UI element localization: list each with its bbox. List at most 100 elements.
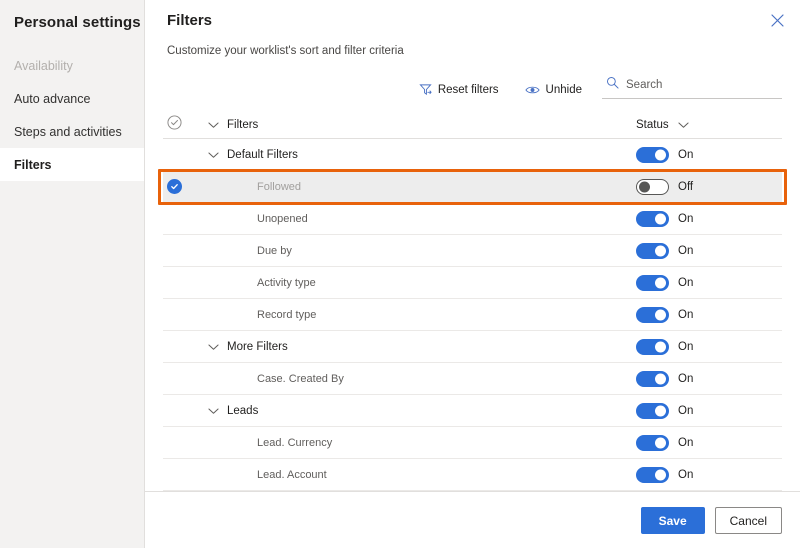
status-toggle[interactable]	[636, 402, 669, 419]
header-filters-cell[interactable]: Filters	[227, 119, 632, 131]
cancel-button[interactable]: Cancel	[714, 507, 782, 534]
status-label: On	[678, 436, 694, 449]
row-status-cell: On	[632, 306, 782, 323]
group-collapse-toggle[interactable]	[199, 402, 227, 420]
status-label: Off	[678, 180, 694, 193]
checkmark-circle-icon	[167, 179, 182, 194]
table-row[interactable]: Default Filters On	[163, 139, 782, 171]
filter-row-label: Default Filters	[227, 148, 298, 161]
status-label: On	[678, 276, 694, 289]
toggle-knob	[655, 373, 666, 384]
panel-header: Filters Customize your worklist's sort a…	[145, 0, 800, 57]
unhide-label: Unhide	[545, 84, 582, 96]
status-toggle[interactable]	[636, 306, 669, 323]
filter-row-label: Lead. Currency	[257, 436, 333, 449]
table-row[interactable]: Due by On	[163, 235, 782, 267]
sidebar-item-availability: Availability	[0, 49, 144, 82]
table-row[interactable]: Lead. Currency On	[163, 427, 782, 459]
filter-row-label: Due by	[257, 244, 292, 257]
column-header-filters: Filters	[227, 118, 259, 131]
row-name-cell: Unopened	[227, 213, 632, 225]
status-toggle[interactable]	[636, 242, 669, 259]
filter-row-label: More Filters	[227, 340, 288, 353]
sidebar-item-filters[interactable]: Filters	[0, 148, 144, 181]
filter-row-label: Followed	[257, 180, 302, 193]
sidebar-item-label: Availability	[14, 58, 73, 73]
filter-row-label: Lead. Account	[257, 468, 327, 481]
sidebar-item-label: Steps and activities	[14, 124, 122, 139]
status-toggle[interactable]	[636, 178, 669, 195]
row-name-cell: Case. Created By	[227, 373, 632, 385]
filter-row-label: Activity type	[257, 276, 316, 289]
row-status-cell: On	[632, 402, 782, 419]
eye-icon	[524, 84, 540, 96]
status-toggle[interactable]	[636, 370, 669, 387]
status-toggle[interactable]	[636, 274, 669, 291]
table-row[interactable]: More Filters On	[163, 331, 782, 363]
group-collapse-toggle[interactable]	[199, 146, 227, 164]
chevron-down-icon	[678, 116, 689, 134]
sidebar-nav-list: Availability Auto advance Steps and activi…	[0, 49, 144, 181]
toggle-knob	[655, 277, 666, 288]
filters-table-wrap: Filters Status Default Filters On Followed…	[145, 111, 800, 491]
row-status-cell: On	[632, 338, 782, 355]
panel-subtitle: Customize your worklist's sort and filte…	[167, 45, 404, 57]
toggle-knob	[655, 341, 666, 352]
row-status-cell: On	[632, 242, 782, 259]
search-box[interactable]	[602, 74, 782, 99]
status-label: On	[678, 340, 694, 353]
status-label: On	[678, 212, 694, 225]
filters-table: Filters Status Default Filters On Followed…	[158, 111, 787, 491]
row-name-cell: Followed	[227, 181, 632, 193]
save-button[interactable]: Save	[640, 507, 705, 534]
status-toggle[interactable]	[636, 338, 669, 355]
status-label: On	[678, 404, 694, 417]
row-status-cell: On	[632, 370, 782, 387]
row-name-cell: Due by	[227, 245, 632, 257]
chevron-down-icon	[207, 146, 219, 164]
group-collapse-toggle[interactable]	[199, 338, 227, 356]
dialog-footer: Save Cancel	[145, 491, 800, 548]
header-collapse-toggle[interactable]	[199, 116, 227, 134]
row-name-cell: Default Filters	[227, 149, 632, 161]
row-select-cell[interactable]	[163, 179, 199, 194]
status-toggle[interactable]	[636, 210, 669, 227]
row-status-cell: On	[632, 466, 782, 483]
reset-filters-label: Reset filters	[437, 83, 499, 96]
toggle-knob	[655, 149, 666, 160]
select-all-cell[interactable]	[163, 114, 199, 135]
status-label: On	[678, 372, 694, 385]
table-row[interactable]: Activity type On	[163, 267, 782, 299]
command-bar: Reset filters Unhide	[145, 69, 800, 99]
table-row[interactable]: Record type On	[163, 299, 782, 331]
search-input[interactable]	[626, 79, 780, 91]
row-status-cell: On	[632, 210, 782, 227]
row-name-cell: More Filters	[227, 341, 632, 353]
toggle-knob	[655, 437, 666, 448]
table-row[interactable]: Case. Created By On	[163, 363, 782, 395]
filters-panel: Filters Customize your worklist's sort a…	[145, 0, 800, 548]
sidebar-item-auto-advance[interactable]: Auto advance	[0, 82, 144, 115]
chevron-down-icon	[207, 338, 219, 356]
status-toggle[interactable]	[636, 146, 669, 163]
table-row[interactable]: Lead. Account On	[163, 459, 782, 491]
status-toggle[interactable]	[636, 434, 669, 451]
toggle-knob	[655, 213, 666, 224]
filter-row-label: Leads	[227, 404, 259, 417]
table-row[interactable]: Leads On	[163, 395, 782, 427]
filter-reset-icon	[419, 83, 432, 96]
close-icon[interactable]	[766, 9, 788, 31]
sidebar-title: Personal settings	[14, 14, 141, 31]
row-status-cell: On	[632, 274, 782, 291]
sidebar-item-label: Filters	[14, 157, 52, 172]
header-status-cell[interactable]: Status	[632, 116, 782, 134]
filter-row-label: Case. Created By	[257, 372, 344, 385]
status-toggle[interactable]	[636, 466, 669, 483]
unhide-button[interactable]: Unhide	[519, 81, 588, 99]
table-row[interactable]: Unopened On	[163, 203, 782, 235]
row-name-cell: Leads	[227, 405, 632, 417]
table-row[interactable]: Followed Off	[163, 171, 782, 203]
status-label: On	[678, 308, 694, 321]
reset-filters-button[interactable]: Reset filters	[413, 80, 505, 99]
sidebar-item-steps-and-activities[interactable]: Steps and activities	[0, 115, 144, 148]
